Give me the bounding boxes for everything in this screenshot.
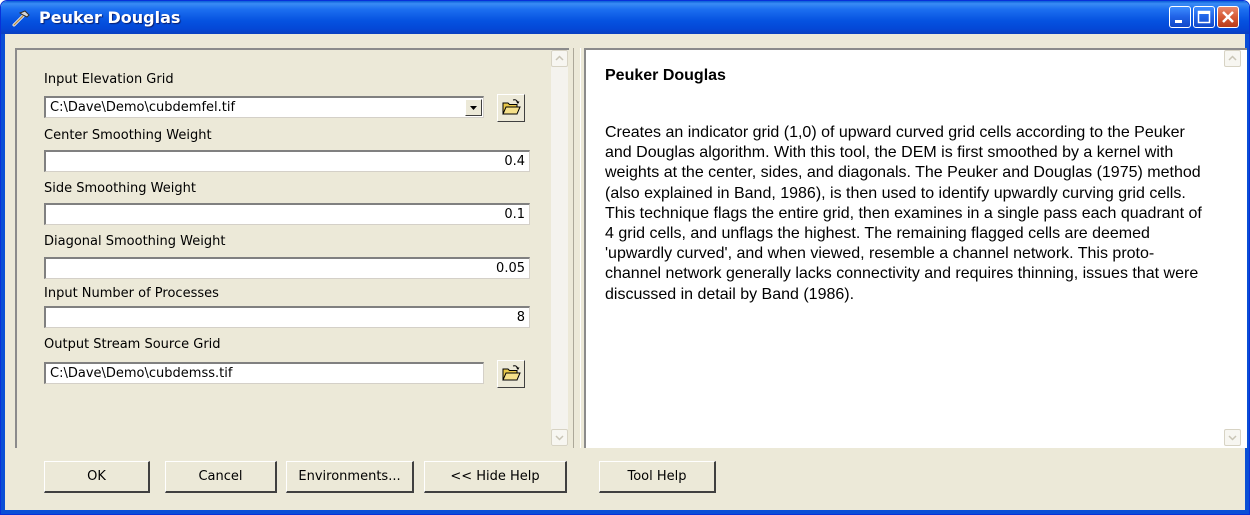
minimize-button[interactable] [1169,6,1191,28]
minimize-icon [1175,20,1182,23]
cancel-button[interactable]: Cancel [165,461,277,493]
diagonal-smoothing-weight-field[interactable]: 0.05 [44,257,530,279]
chevron-up-icon [555,55,564,61]
center-smoothing-weight-field[interactable]: 0.4 [44,150,530,172]
hide-help-button[interactable]: << Hide Help [424,461,567,493]
dropdown-arrow-button[interactable] [465,99,482,116]
scroll-up-button[interactable] [551,50,568,67]
maximize-button[interactable] [1193,6,1215,28]
browse-elevation-grid-button[interactable] [497,94,525,122]
input-elevation-grid-value: C:\Dave\Demo\cubdemfel.tif [50,100,236,115]
chevron-up-icon [1228,55,1237,61]
help-scrollbar[interactable] [1224,50,1241,446]
chevron-down-icon [470,106,477,110]
window-frame-left [1,34,5,514]
help-description: Creates an indicator grid (1,0) of upwar… [605,124,1202,303]
open-folder-icon [502,365,521,381]
input-elevation-grid-select[interactable]: C:\Dave\Demo\cubdemfel.tif [44,96,484,118]
center-smoothing-weight-label: Center Smoothing Weight [44,128,212,143]
panel-splitter[interactable] [573,48,581,448]
diagonal-smoothing-weight-label: Diagonal Smoothing Weight [44,234,226,249]
tool-help-button[interactable]: Tool Help [599,461,716,493]
input-number-of-processes-label: Input Number of Processes [44,286,219,301]
scroll-down-button[interactable] [551,429,568,446]
help-title: Peuker Douglas [605,67,726,84]
close-icon [1222,11,1234,23]
window-title: Peuker Douglas [39,8,181,27]
help-scroll-up-button[interactable] [1224,50,1241,67]
chevron-down-icon [555,435,564,441]
close-button[interactable] [1217,6,1239,28]
side-smoothing-weight-label: Side Smoothing Weight [44,181,196,196]
ok-button[interactable]: OK [44,461,150,493]
input-elevation-grid-label: Input Elevation Grid [44,72,174,87]
peuker-douglas-dialog: Peuker Douglas Input Elevation Grid C:\D… [0,0,1250,515]
environments-button[interactable]: Environments... [286,461,414,493]
help-scroll-down-button[interactable] [1224,429,1241,446]
input-number-of-processes-field[interactable]: 8 [44,306,530,328]
window-frame-bottom [1,510,1249,514]
maximize-icon [1197,10,1211,24]
output-stream-source-grid-label: Output Stream Source Grid [44,337,221,352]
browse-output-grid-button[interactable] [497,360,525,388]
output-stream-source-grid-field[interactable]: C:\Dave\Demo\cubdemss.tif [44,362,484,384]
hammer-icon [11,9,31,27]
parameters-scrollbar[interactable] [551,50,568,446]
side-smoothing-weight-field[interactable]: 0.1 [44,203,530,225]
title-bar[interactable]: Peuker Douglas [1,1,1249,34]
chevron-down-icon [1228,435,1237,441]
open-folder-icon [502,99,521,115]
